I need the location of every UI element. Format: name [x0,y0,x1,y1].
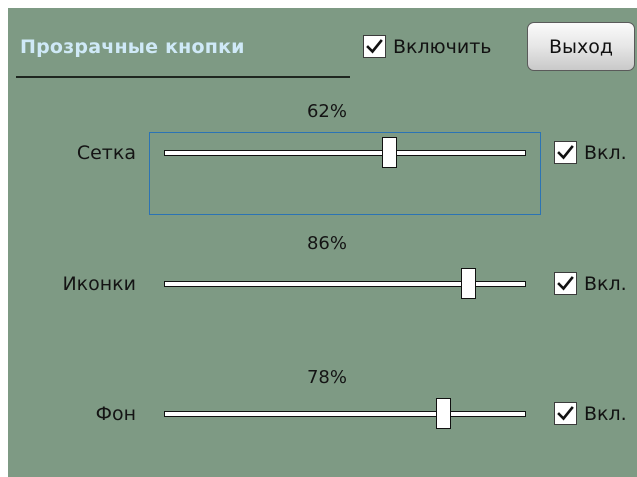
checkmark-icon [557,276,574,291]
icons-on-label[interactable]: Вкл. [584,272,627,296]
page-title: Прозрачные кнопки [20,36,245,58]
icons-label: Иконки [62,273,136,295]
grid-percent: 62% [306,101,347,122]
background-on-checkbox[interactable] [554,402,577,425]
exit-button[interactable]: Выход [527,22,635,71]
background-slider-thumb[interactable] [436,398,451,429]
grid-on-label[interactable]: Вкл. [584,141,627,165]
background-percent: 78% [306,367,347,388]
focus-rectangle [149,132,541,215]
icons-percent: 86% [306,233,347,254]
enable-label[interactable]: Включить [393,35,492,59]
icons-on-checkbox[interactable] [554,272,577,295]
grid-on-checkbox[interactable] [554,141,577,164]
checkmark-icon [366,39,383,54]
checkmark-icon [557,145,574,160]
icons-slider-thumb[interactable] [461,268,476,299]
checkmark-icon [557,406,574,421]
grid-slider-thumb[interactable] [382,137,397,168]
enable-checkbox[interactable] [363,35,386,58]
background-label: Фон [95,403,136,425]
background-on-label[interactable]: Вкл. [584,402,627,426]
settings-panel: Прозрачные кнопки Включить Выход 62% Сет… [8,8,637,477]
title-underline [16,76,350,78]
grid-slider-track[interactable] [164,150,526,156]
background-slider-track[interactable] [164,411,526,417]
grid-label: Сетка [76,142,136,164]
